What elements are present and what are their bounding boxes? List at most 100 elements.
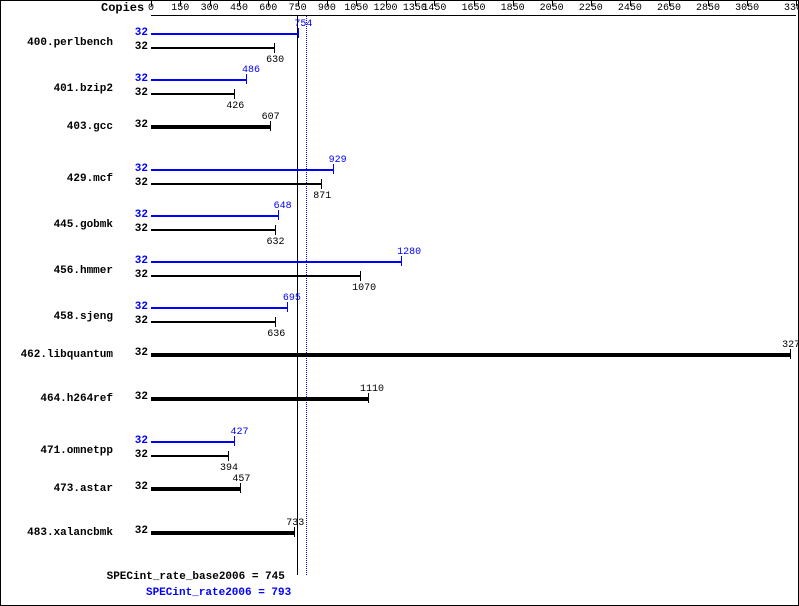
value-label-base: 871 bbox=[313, 191, 331, 202]
bar-base bbox=[151, 321, 275, 323]
bar-base bbox=[151, 47, 274, 49]
tick-label: 2850 bbox=[696, 3, 720, 14]
bar-cap bbox=[321, 179, 322, 189]
value-label-base: 1110 bbox=[360, 384, 384, 395]
copies-peak: 32 bbox=[116, 255, 148, 267]
benchmark-name: 483.xalancbmk bbox=[1, 527, 113, 539]
bar-base bbox=[151, 125, 270, 129]
value-label-peak: 427 bbox=[230, 427, 248, 438]
bar-base bbox=[151, 183, 321, 185]
benchmark-row: 401.bzip23248632426 bbox=[1, 71, 798, 115]
benchmark-name: 403.gcc bbox=[1, 121, 113, 133]
copies-base: 32 bbox=[116, 87, 148, 99]
tick-label: 600 bbox=[259, 3, 277, 14]
value-label-base: 457 bbox=[232, 474, 250, 485]
tick-label: 0 bbox=[148, 3, 154, 14]
tick-label: 1450 bbox=[422, 3, 446, 14]
benchmark-name: 400.perlbench bbox=[1, 37, 113, 49]
benchmark-name: 462.libquantum bbox=[1, 349, 113, 361]
value-label-base: 426 bbox=[226, 101, 244, 112]
tick-label: 3050 bbox=[735, 3, 759, 14]
bar-base bbox=[151, 397, 368, 401]
benchmark-name: 471.omnetpp bbox=[1, 445, 113, 457]
copies-peak: 32 bbox=[116, 163, 148, 175]
tick-label: 3300 bbox=[784, 3, 799, 14]
value-label-base: 632 bbox=[267, 237, 285, 248]
benchmark-row: 471.omnetpp3242732394 bbox=[1, 433, 798, 477]
benchmark-row: 403.gcc32607 bbox=[1, 117, 798, 139]
tick-label: 1650 bbox=[461, 3, 485, 14]
bar-base bbox=[151, 531, 294, 535]
benchmark-row: 445.gobmk3264832632 bbox=[1, 207, 798, 251]
bar-peak bbox=[151, 33, 298, 35]
bar-peak bbox=[151, 169, 333, 171]
copies-header: Copies bbox=[101, 1, 144, 15]
copies-base: 32 bbox=[116, 315, 148, 327]
summary-base: SPECint_rate_base2006 = 745 bbox=[107, 571, 285, 583]
copies-peak: 32 bbox=[116, 73, 148, 85]
tick-label: 1850 bbox=[501, 3, 525, 14]
value-label-base: 636 bbox=[267, 329, 285, 340]
benchmark-row: 458.sjeng3269532636 bbox=[1, 299, 798, 343]
tick-label: 450 bbox=[230, 3, 248, 14]
copies-base: 32 bbox=[116, 347, 148, 359]
copies-peak: 32 bbox=[116, 301, 148, 313]
bar-cap bbox=[228, 451, 229, 461]
bar-base bbox=[151, 353, 790, 357]
value-label-base: 607 bbox=[262, 112, 280, 123]
tick-label: 300 bbox=[201, 3, 219, 14]
value-label-peak: 648 bbox=[274, 201, 292, 212]
bar-cap bbox=[360, 271, 361, 281]
copies-base: 32 bbox=[116, 481, 148, 493]
benchmark-name: 401.bzip2 bbox=[1, 83, 113, 95]
value-label-base: 630 bbox=[266, 55, 284, 66]
benchmark-row: 429.mcf3292932871 bbox=[1, 161, 798, 205]
bar-base bbox=[151, 93, 234, 95]
tick-label: 2050 bbox=[540, 3, 564, 14]
benchmark-name: 458.sjeng bbox=[1, 311, 113, 323]
copies-base: 32 bbox=[116, 391, 148, 403]
benchmark-row: 483.xalancbmk32733 bbox=[1, 523, 798, 545]
value-label-base: 1070 bbox=[352, 283, 376, 294]
bar-base bbox=[151, 229, 275, 231]
spec-chart: Copies 015030045060075090010501200135014… bbox=[0, 0, 799, 606]
copies-peak: 32 bbox=[116, 435, 148, 447]
copies-base: 32 bbox=[116, 449, 148, 461]
tick-label: 2450 bbox=[618, 3, 642, 14]
benchmark-row: 464.h264ref321110 bbox=[1, 389, 798, 411]
value-label-base: 733 bbox=[286, 518, 304, 529]
copies-base: 32 bbox=[116, 119, 148, 131]
benchmark-name: 456.hmmer bbox=[1, 265, 113, 277]
value-label-peak: 754 bbox=[294, 19, 312, 30]
copies-base: 32 bbox=[116, 525, 148, 537]
bar-peak bbox=[151, 79, 246, 81]
value-label-peak: 1280 bbox=[397, 247, 421, 258]
copies-base: 32 bbox=[116, 41, 148, 53]
benchmark-name: 473.astar bbox=[1, 483, 113, 495]
value-label-base: 3270 bbox=[782, 340, 799, 351]
value-label-peak: 929 bbox=[329, 155, 347, 166]
copies-peak: 32 bbox=[116, 27, 148, 39]
tick-label: 2650 bbox=[657, 3, 681, 14]
summary-peak: SPECint_rate2006 = 793 bbox=[146, 587, 291, 599]
tick-label: 150 bbox=[171, 3, 189, 14]
tick-label: 2250 bbox=[579, 3, 603, 14]
tick-label: 750 bbox=[289, 3, 307, 14]
bar-cap bbox=[275, 317, 276, 327]
bar-cap bbox=[234, 89, 235, 99]
benchmark-name: 464.h264ref bbox=[1, 393, 113, 405]
bar-cap bbox=[274, 43, 275, 53]
benchmark-name: 429.mcf bbox=[1, 173, 113, 185]
tick-label: 1200 bbox=[374, 3, 398, 14]
copies-peak: 32 bbox=[116, 209, 148, 221]
value-label-peak: 695 bbox=[283, 293, 301, 304]
bar-base bbox=[151, 487, 240, 491]
benchmark-name: 445.gobmk bbox=[1, 219, 113, 231]
bar-peak bbox=[151, 307, 287, 309]
copies-base: 32 bbox=[116, 177, 148, 189]
bar-peak bbox=[151, 261, 401, 263]
benchmark-row: 473.astar32457 bbox=[1, 479, 798, 501]
bar-base bbox=[151, 455, 228, 457]
value-label-peak: 486 bbox=[242, 65, 260, 76]
copies-base: 32 bbox=[116, 223, 148, 235]
